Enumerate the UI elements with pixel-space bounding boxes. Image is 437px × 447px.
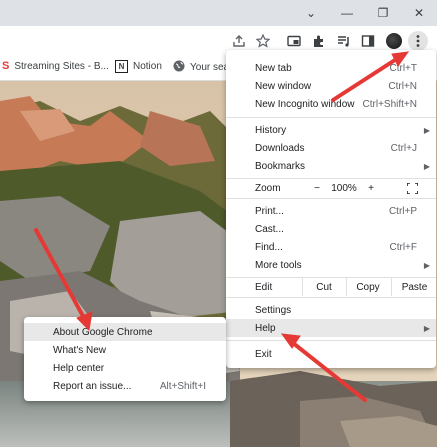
side-panel-icon[interactable] bbox=[358, 31, 378, 51]
menu-item-whats-new[interactable]: What's New bbox=[24, 341, 226, 359]
menu-item-label: New tab bbox=[255, 62, 292, 74]
bookmark-label: Your sea bbox=[190, 62, 230, 73]
bookmark-label: Notion bbox=[133, 61, 162, 72]
chevron-down-icon[interactable]: ⌄ bbox=[293, 0, 329, 26]
menu-shortcut: Ctrl+T bbox=[389, 62, 418, 74]
menu-item-label: New window bbox=[255, 80, 312, 92]
menu-item-label: Settings bbox=[255, 304, 292, 316]
copy-button[interactable]: Copy bbox=[346, 278, 389, 296]
menu-shortcut: Ctrl+J bbox=[390, 142, 417, 154]
bookmark-streaming[interactable]: S Streaming Sites - B... bbox=[2, 60, 109, 72]
menu-item-more-tools[interactable]: More tools ▶ bbox=[226, 256, 436, 274]
globe-icon bbox=[173, 60, 185, 75]
menu-item-zoom: Zoom − 100% + bbox=[226, 179, 436, 197]
menu-item-new-incognito[interactable]: New Incognito window Ctrl+Shift+N bbox=[226, 95, 436, 113]
menu-item-label: Help bbox=[255, 322, 276, 334]
menu-item-exit[interactable]: Exit bbox=[226, 345, 436, 363]
menu-item-find[interactable]: Find... Ctrl+F bbox=[226, 238, 436, 256]
share-icon[interactable] bbox=[229, 31, 249, 51]
chrome-main-menu: New tab Ctrl+T New window Ctrl+N New Inc… bbox=[226, 50, 436, 368]
menu-item-history[interactable]: History ▶ bbox=[226, 121, 436, 139]
menu-shortcut: Ctrl+N bbox=[388, 80, 417, 92]
bookmark-label: Streaming Sites - B... bbox=[14, 60, 109, 72]
chevron-right-icon: ▶ bbox=[423, 161, 430, 171]
menu-kebab-icon[interactable] bbox=[408, 31, 428, 51]
menu-item-label: Cast... bbox=[255, 223, 284, 235]
menu-item-cast[interactable]: Cast... bbox=[226, 220, 436, 238]
chevron-right-icon: ▶ bbox=[423, 125, 430, 135]
bookmark-s-icon: S bbox=[2, 60, 10, 72]
menu-item-label: What's New bbox=[53, 344, 107, 356]
menu-shortcut: Alt+Shift+I bbox=[159, 380, 206, 392]
menu-item-help[interactable]: Help ▶ bbox=[226, 319, 436, 337]
close-icon[interactable]: ✕ bbox=[401, 0, 437, 26]
menu-item-label: Find... bbox=[255, 241, 283, 253]
menu-item-settings[interactable]: Settings bbox=[226, 301, 436, 319]
menu-divider bbox=[226, 340, 436, 341]
paste-button[interactable]: Paste bbox=[391, 278, 437, 296]
menu-divider bbox=[226, 117, 436, 118]
menu-item-edit: Edit Cut Copy Paste bbox=[226, 278, 436, 296]
help-submenu: About Google Chrome What's New Help cent… bbox=[24, 317, 226, 401]
menu-item-downloads[interactable]: Downloads Ctrl+J bbox=[226, 139, 436, 157]
zoom-level: 100% bbox=[331, 182, 357, 194]
avatar[interactable] bbox=[384, 31, 404, 51]
chevron-right-icon: ▶ bbox=[423, 323, 430, 333]
menu-item-label: About Google Chrome bbox=[53, 326, 153, 338]
picture-in-picture-icon[interactable] bbox=[284, 31, 304, 51]
menu-item-label: History bbox=[255, 124, 287, 136]
menu-item-label: New Incognito window bbox=[255, 98, 355, 110]
extensions-icon[interactable] bbox=[309, 31, 329, 51]
menu-item-new-window[interactable]: New window Ctrl+N bbox=[226, 77, 436, 95]
menu-item-about-chrome[interactable]: About Google Chrome bbox=[24, 323, 226, 341]
minimize-icon[interactable]: — bbox=[329, 0, 365, 26]
bookmark-notion[interactable]: N Notion bbox=[115, 60, 162, 73]
menu-divider bbox=[226, 297, 436, 298]
menu-item-label: Downloads bbox=[255, 142, 305, 154]
reading-list-icon[interactable] bbox=[334, 31, 354, 51]
star-icon[interactable] bbox=[253, 31, 273, 51]
menu-item-new-tab[interactable]: New tab Ctrl+T bbox=[226, 59, 436, 77]
chevron-right-icon: ▶ bbox=[423, 260, 430, 270]
menu-item-bookmarks[interactable]: Bookmarks ▶ bbox=[226, 157, 436, 175]
menu-item-print[interactable]: Print... Ctrl+P bbox=[226, 202, 436, 220]
menu-item-label: Edit bbox=[255, 281, 273, 293]
menu-item-label: Zoom bbox=[255, 182, 281, 194]
menu-item-help-center[interactable]: Help center bbox=[24, 359, 226, 377]
menu-item-report-issue[interactable]: Report an issue... Alt+Shift+I bbox=[24, 377, 226, 395]
menu-item-label: Help center bbox=[53, 362, 105, 374]
bookmark-search[interactable]: Your sea bbox=[173, 60, 229, 75]
menu-divider bbox=[226, 198, 436, 199]
menu-item-label: Bookmarks bbox=[255, 160, 306, 172]
menu-item-label: Report an issue... bbox=[53, 380, 132, 392]
menu-item-label: More tools bbox=[255, 259, 302, 271]
menu-shortcut: Ctrl+F bbox=[389, 241, 418, 253]
restore-icon[interactable]: ❐ bbox=[365, 0, 401, 26]
zoom-out-button[interactable]: − bbox=[309, 179, 325, 197]
menu-item-label: Exit bbox=[255, 348, 272, 360]
menu-shortcut: Ctrl+P bbox=[388, 205, 417, 217]
title-bar: ⌄ — ❐ ✕ bbox=[0, 0, 437, 26]
cut-button[interactable]: Cut bbox=[302, 278, 345, 296]
notion-icon: N bbox=[115, 60, 128, 73]
fullscreen-icon[interactable] bbox=[404, 180, 420, 196]
zoom-in-button[interactable]: + bbox=[363, 179, 379, 197]
menu-item-label: Print... bbox=[255, 205, 284, 217]
menu-shortcut: Ctrl+Shift+N bbox=[362, 98, 417, 110]
